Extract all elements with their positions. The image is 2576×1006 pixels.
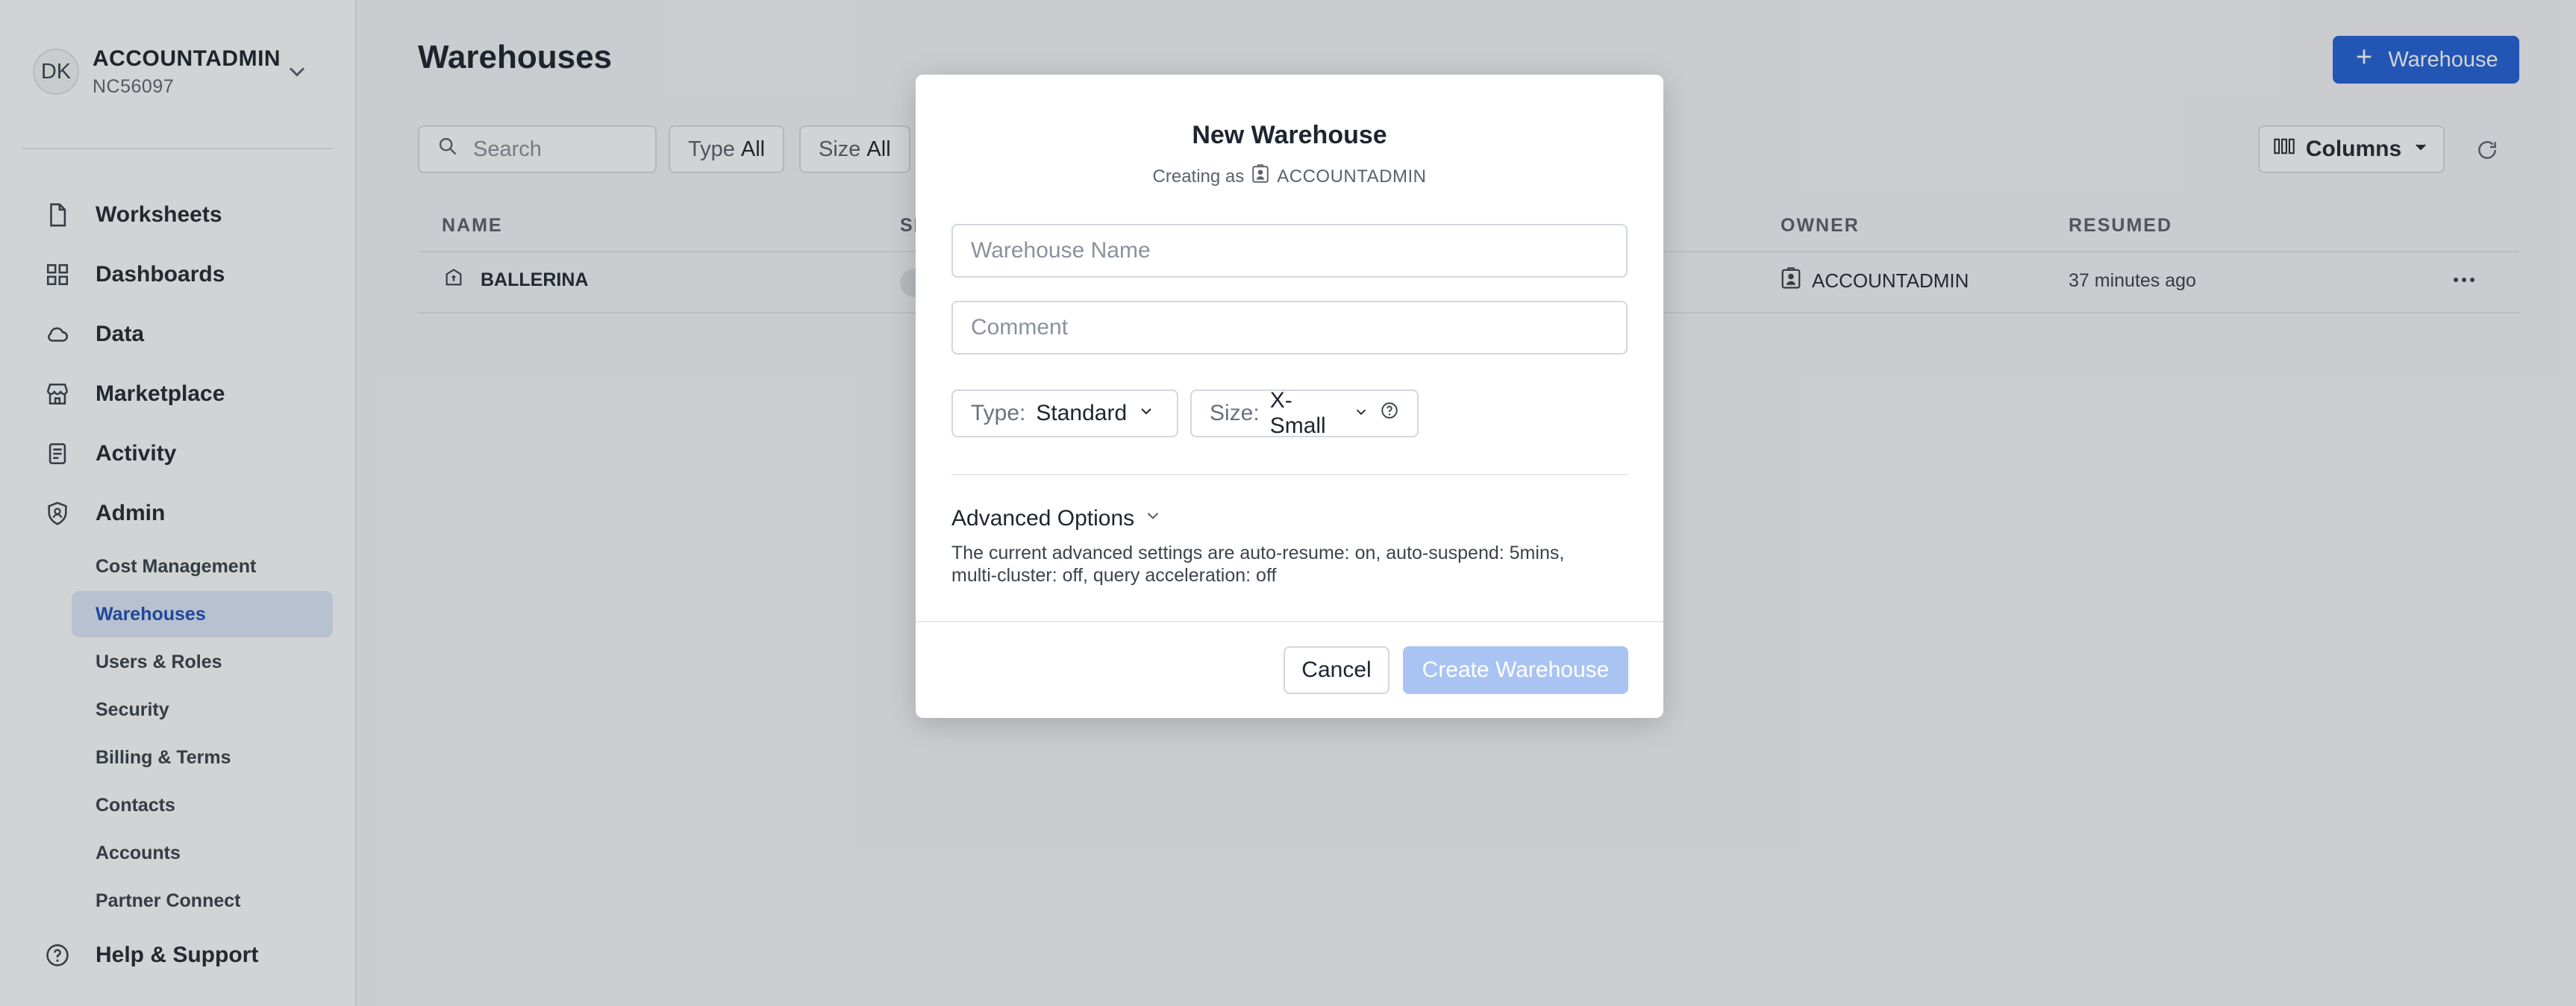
type-select[interactable]: Type: Standard — [951, 390, 1178, 437]
type-select-label: Type: — [971, 401, 1026, 425]
advanced-options-toggle[interactable]: Advanced Options — [951, 506, 1163, 531]
role-icon — [1251, 164, 1269, 189]
size-select[interactable]: Size: X-Small — [1190, 388, 1419, 438]
dialog-footer-divider — [916, 621, 1663, 622]
cancel-button[interactable]: Cancel — [1284, 646, 1389, 694]
creating-as: Creating as ACCOUNTADMIN — [916, 164, 1663, 189]
advanced-options-description: The current advanced settings are auto-r… — [951, 542, 1628, 587]
size-select-label: Size: — [1210, 401, 1260, 425]
chevron-down-icon — [1137, 401, 1155, 426]
type-select-value: Standard — [1036, 401, 1128, 425]
create-warehouse-button[interactable]: Create Warehouse — [1403, 646, 1628, 694]
comment-input[interactable] — [951, 301, 1628, 354]
dialog-title: New Warehouse — [1192, 121, 1387, 149]
warehouse-name-input[interactable] — [951, 224, 1628, 278]
chevron-down-icon — [1143, 506, 1163, 531]
help-icon[interactable] — [1380, 401, 1399, 426]
advanced-desc-line-2: multi-cluster: off, query acceleration: … — [951, 565, 1277, 586]
size-select-value: X-Small — [1269, 388, 1326, 438]
creating-as-label: Creating as — [1152, 166, 1245, 187]
advanced-options-label: Advanced Options — [951, 506, 1135, 531]
creating-as-role: ACCOUNTADMIN — [1277, 166, 1427, 187]
dialog-divider — [951, 474, 1628, 475]
advanced-desc-line-1: The current advanced settings are auto-r… — [951, 543, 1565, 563]
new-warehouse-dialog: New Warehouse Creating as ACCOUNTADMIN T… — [916, 75, 1663, 718]
chevron-down-icon — [1353, 401, 1369, 426]
